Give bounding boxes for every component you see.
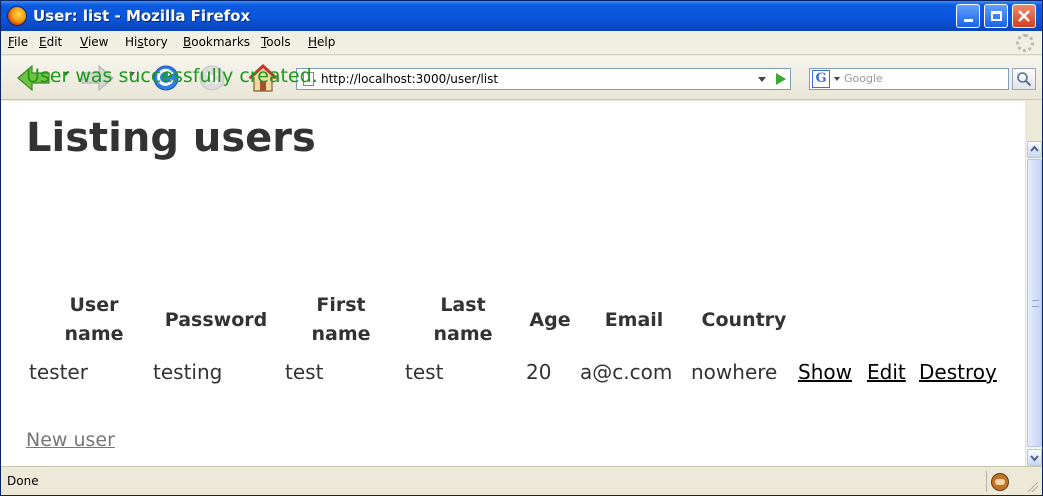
column-header-password: Password	[164, 309, 268, 331]
column-header-last-name: Last name	[433, 294, 493, 345]
cell-country: nowhere	[691, 360, 778, 384]
cell-first-name: test	[285, 360, 324, 384]
status-text: Done	[7, 474, 39, 488]
new-user-link[interactable]: New user	[26, 429, 115, 451]
column-header-user-name: User name	[64, 294, 124, 345]
page-content: User was successfully created. Listing u…	[1, 1, 1025, 466]
column-header-age: Age	[529, 309, 571, 331]
column-header-country: Country	[701, 309, 787, 331]
cell-password: testing	[153, 360, 223, 384]
edit-link[interactable]: Edit	[867, 360, 906, 384]
browser-window: User: list - Mozilla Firefox File Edit V…	[0, 0, 1043, 496]
cell-email: a@c.com	[580, 360, 673, 384]
scroll-thumb[interactable]	[1027, 159, 1042, 447]
scroll-down-button[interactable]	[1027, 449, 1042, 466]
cell-age: 20	[526, 360, 552, 384]
page-title: Listing users	[26, 115, 316, 161]
status-bar: Done	[1, 466, 1042, 495]
scroll-grip-icon	[1032, 300, 1039, 307]
column-header-email: Email	[604, 309, 664, 331]
chevron-down-icon	[1030, 455, 1039, 462]
chevron-up-icon	[1030, 145, 1039, 152]
vertical-scrollbar[interactable]	[1025, 141, 1042, 466]
addon-monkey-icon[interactable]	[991, 473, 1009, 491]
destroy-link[interactable]: Destroy	[919, 360, 997, 384]
scroll-up-button[interactable]	[1027, 141, 1042, 158]
status-divider	[986, 471, 987, 492]
resize-grip-icon[interactable]	[1026, 480, 1038, 492]
flash-notice: User was successfully created.	[26, 65, 318, 87]
cell-last-name: test	[405, 360, 444, 384]
column-header-first-name: First name	[311, 294, 371, 345]
show-link[interactable]: Show	[798, 360, 852, 384]
cell-user-name: tester	[29, 360, 88, 384]
